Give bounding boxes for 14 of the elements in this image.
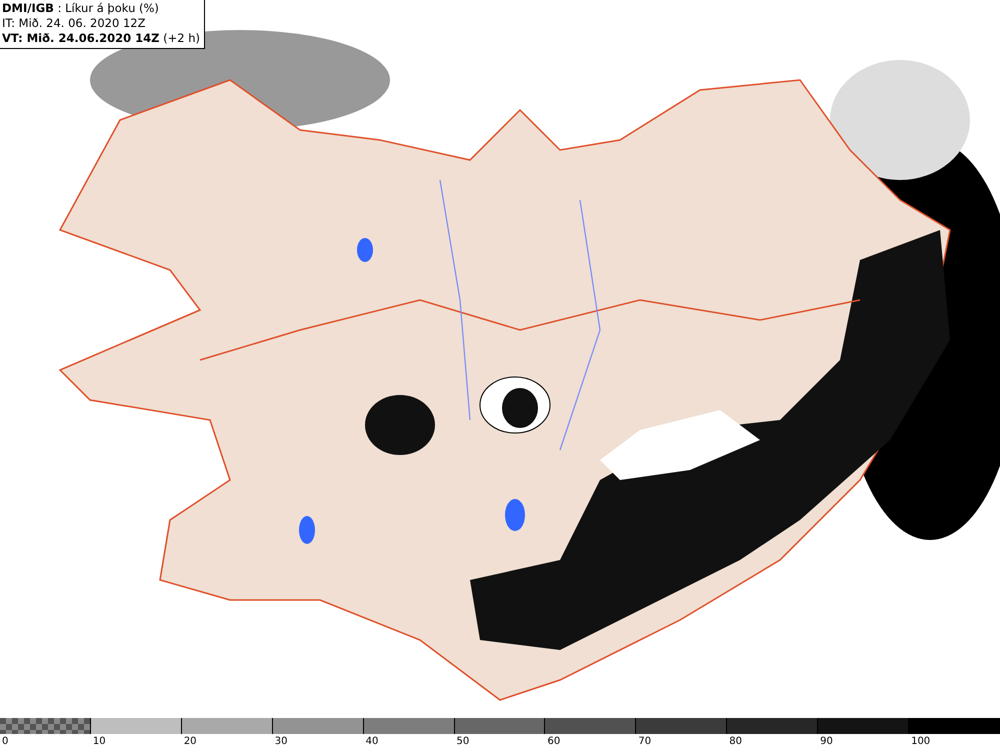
tick-label: 30	[274, 735, 288, 749]
tick-label: 0	[1, 735, 8, 749]
tick-label: 100	[910, 735, 930, 749]
legend-text: IT: Mið. 24. 06. 2020 12Z	[2, 16, 146, 31]
tick-label: 10	[92, 735, 106, 749]
tick-label: 80	[728, 735, 742, 749]
tick-label: 90	[819, 735, 833, 749]
tick-label: 20	[182, 735, 197, 749]
legend-text: VT: Mið. 24.06.2020 14Z (+2 h)	[2, 31, 200, 46]
tick-label: 60	[546, 735, 560, 749]
tick-label: 40	[364, 735, 378, 749]
legend-text: DMI/IGB : Líkur á þoku (%)	[2, 1, 160, 16]
tick-label: 70	[637, 735, 652, 749]
tick-label: 50	[456, 735, 470, 749]
